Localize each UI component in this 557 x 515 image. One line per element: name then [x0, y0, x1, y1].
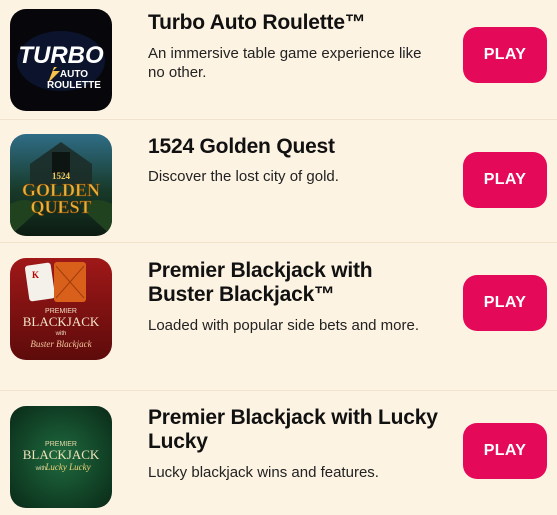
svg-text:with: with — [55, 331, 67, 337]
svg-text:Lucky Lucky: Lucky Lucky — [44, 462, 90, 472]
game-title[interactable]: Premier Blackjack with Buster Blackjack™ — [148, 259, 438, 307]
svg-text:ROULETTE: ROULETTE — [47, 80, 101, 91]
game-description: An immersive table game experience like … — [148, 45, 422, 81]
svg-text:BLACKJACK: BLACKJACK — [23, 447, 100, 462]
game-description: Loaded with popular side bets and more. — [148, 317, 420, 334]
game-thumbnail[interactable]: 1524 GOLDEN QUEST — [10, 134, 112, 236]
svg-text:TURBO: TURBO — [18, 42, 104, 69]
play-button[interactable]: PLAY — [463, 423, 547, 479]
premier-blackjack-buster-logo: K PREMIER BLACKJACK with Buster Blackjac… — [10, 258, 112, 360]
game-description: Discover the lost city of gold. — [148, 168, 339, 185]
game-description: Lucky blackjack wins and features. — [148, 464, 379, 481]
game-title[interactable]: Premier Blackjack with Lucky Lucky — [148, 406, 438, 454]
game-thumbnail[interactable]: PREMIER BLACKJACK with Lucky Lucky — [10, 406, 112, 508]
game-title[interactable]: Turbo Auto Roulette™ — [148, 11, 438, 35]
game-list: TURBO AUTO ROULETTE Turbo Auto Roulette™… — [0, 0, 557, 515]
premier-blackjack-lucky-lucky-logo: PREMIER BLACKJACK with Lucky Lucky — [10, 406, 112, 508]
svg-text:BLACKJACK: BLACKJACK — [23, 314, 100, 329]
play-button[interactable]: PLAY — [463, 152, 547, 208]
svg-text:Buster Blackjack: Buster Blackjack — [30, 339, 92, 349]
game-row-premier-blackjack-lucky-lucky: PREMIER BLACKJACK with Lucky Lucky Premi… — [0, 391, 557, 515]
game-title[interactable]: 1524 Golden Quest — [148, 135, 438, 159]
svg-text:QUEST: QUEST — [30, 197, 91, 217]
svg-text:AUTO: AUTO — [60, 69, 88, 80]
svg-text:K: K — [32, 270, 39, 280]
turbo-auto-roulette-logo: TURBO AUTO ROULETTE — [10, 9, 112, 111]
play-button[interactable]: PLAY — [463, 275, 547, 331]
game-thumbnail[interactable]: K PREMIER BLACKJACK with Buster Blackjac… — [10, 258, 112, 360]
game-row-1524-golden-quest: 1524 GOLDEN QUEST 1524 Golden Quest Disc… — [0, 120, 557, 243]
game-row-turbo-auto-roulette: TURBO AUTO ROULETTE Turbo Auto Roulette™… — [0, 0, 557, 120]
play-button[interactable]: PLAY — [463, 27, 547, 83]
game-row-premier-blackjack-buster: K PREMIER BLACKJACK with Buster Blackjac… — [0, 243, 557, 391]
golden-quest-logo: 1524 GOLDEN QUEST — [10, 134, 112, 236]
game-thumbnail[interactable]: TURBO AUTO ROULETTE — [10, 9, 112, 111]
